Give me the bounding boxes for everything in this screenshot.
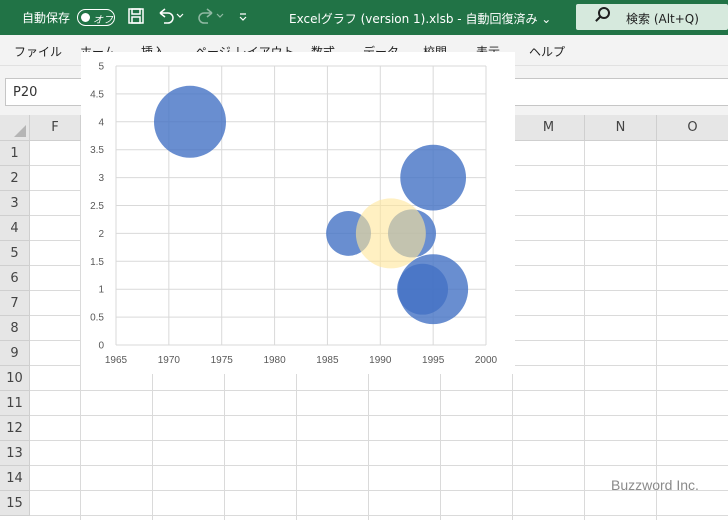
- row-header-5[interactable]: 5: [0, 241, 30, 266]
- search-icon: [598, 7, 610, 19]
- row-gridline: [30, 415, 728, 416]
- bubble-point[interactable]: [355, 198, 426, 269]
- row-header-2[interactable]: 2: [0, 166, 30, 191]
- column-gridline: [656, 141, 657, 520]
- y-tick-label: 5: [98, 62, 104, 73]
- column-header-m[interactable]: M: [513, 115, 585, 141]
- x-tick-label: 1965: [105, 355, 128, 366]
- search-box[interactable]: 検索 (Alt+Q): [576, 4, 728, 30]
- row-header-4[interactable]: 4: [0, 216, 30, 241]
- y-tick-label: 4.5: [90, 89, 104, 100]
- y-tick-label: 3: [98, 173, 104, 184]
- watermark: Buzzword Inc.: [611, 477, 699, 493]
- row-gridline: [30, 465, 728, 466]
- redo-icon[interactable]: [196, 7, 226, 27]
- y-tick-label: 2.5: [90, 201, 104, 212]
- select-all-button[interactable]: [0, 115, 30, 141]
- row-header-8[interactable]: 8: [0, 316, 30, 341]
- column-gridline: [584, 141, 585, 520]
- row-header-6[interactable]: 6: [0, 266, 30, 291]
- bubble-chart[interactable]: 0 0.5 1 1.5 2 2.5 3 3.5 4 4.5 5 1965 1970 1975 1980 198…: [81, 52, 515, 374]
- chart-svg: 0 0.5 1 1.5 2 2.5 3 3.5 4 4.5 5 1965 1970 1975 1980 198…: [90, 62, 498, 367]
- customize-qat-icon[interactable]: [238, 7, 248, 27]
- y-tick-label: 4: [98, 117, 104, 128]
- row-gridline: [30, 440, 728, 441]
- name-box-value: P20: [13, 85, 38, 100]
- column-header-o[interactable]: O: [657, 115, 728, 141]
- autosave-toggle[interactable]: オフ: [77, 9, 115, 26]
- row-header-11[interactable]: 11: [0, 391, 30, 416]
- row-header-15[interactable]: 15: [0, 491, 30, 516]
- row-header-3[interactable]: 3: [0, 191, 30, 216]
- y-tick-label: 2: [98, 229, 104, 240]
- x-tick-label: 1985: [316, 355, 339, 366]
- y-tick-label: 0.5: [90, 313, 104, 324]
- column-header-f[interactable]: F: [30, 115, 81, 141]
- bubble-point[interactable]: [154, 85, 226, 158]
- bubble-point[interactable]: [397, 263, 449, 315]
- x-tick-label: 1995: [422, 355, 445, 366]
- row-header-14[interactable]: 14: [0, 466, 30, 491]
- column-header-n[interactable]: N: [585, 115, 657, 141]
- undo-icon[interactable]: [156, 7, 186, 27]
- x-tick-label: 1990: [369, 355, 392, 366]
- row-header-10[interactable]: 10: [0, 366, 30, 391]
- autosave-label: 自動保存: [22, 11, 71, 25]
- x-tick-label: 1980: [263, 355, 286, 366]
- y-tick-label: 1: [98, 285, 104, 296]
- y-tick-label: 3.5: [90, 145, 104, 156]
- autosave-state: オフ: [93, 15, 113, 26]
- title-bar: 自動保存 オフ Excelグラフ (version 1).xlsb - 自動回復…: [0, 0, 728, 35]
- save-icon[interactable]: [127, 7, 145, 27]
- window-title[interactable]: Excelグラフ (version 1).xlsb - 自動回復済み ⌄: [289, 10, 551, 27]
- y-tick-label: 0: [98, 341, 104, 352]
- row-header-7[interactable]: 7: [0, 291, 30, 316]
- x-tick-label: 1970: [158, 355, 181, 366]
- row-header-1[interactable]: 1: [0, 141, 30, 166]
- toggle-knob: [81, 13, 90, 22]
- x-tick-label: 2000: [475, 355, 498, 366]
- tab-help[interactable]: ヘルプ: [529, 43, 565, 60]
- row-header-13[interactable]: 13: [0, 441, 30, 466]
- tab-file[interactable]: ファイル: [14, 43, 62, 60]
- row-header-12[interactable]: 12: [0, 416, 30, 441]
- row-gridline: [30, 390, 728, 391]
- row-header-9[interactable]: 9: [0, 341, 30, 366]
- search-label: 検索 (Alt+Q): [626, 12, 699, 26]
- row-gridline: [30, 515, 728, 516]
- bubble-point[interactable]: [400, 144, 467, 211]
- x-tick-label: 1975: [211, 355, 234, 366]
- y-tick-label: 1.5: [90, 257, 104, 268]
